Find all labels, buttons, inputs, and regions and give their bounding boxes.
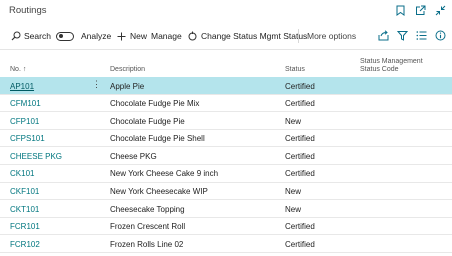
- status-change-icon: [187, 31, 198, 42]
- open-in-new-window-icon[interactable]: [415, 5, 426, 16]
- table-row[interactable]: AP101 ⋮ Apple Pie Certified: [0, 77, 452, 95]
- row-status: New: [285, 204, 302, 214]
- table-row[interactable]: CFPS101 Chocolate Fudge Pie Shell Certif…: [0, 130, 452, 148]
- row-no-link[interactable]: AP101: [10, 82, 34, 91]
- table-row[interactable]: CKF101 New York Cheesecake WIP New: [0, 183, 452, 201]
- manage-label: Manage: [151, 31, 182, 41]
- row-description: Cheesecake Topping: [110, 204, 185, 214]
- new-label: New: [130, 31, 148, 41]
- row-description: Chocolate Fudge Pie: [110, 116, 185, 126]
- column-header-status-mgmt-line2: Status Code: [360, 66, 399, 73]
- search-label: Search: [24, 31, 51, 41]
- search-button[interactable]: Search: [10, 27, 51, 45]
- filter-icon[interactable]: [397, 30, 408, 41]
- row-status: New: [285, 116, 302, 126]
- column-header-status[interactable]: Status: [285, 66, 305, 74]
- collapse-icon[interactable]: [435, 5, 446, 16]
- new-button[interactable]: New: [116, 27, 147, 45]
- analyze-label: Analyze: [81, 31, 112, 41]
- column-header-no[interactable]: No. ↑: [10, 66, 26, 74]
- table-row[interactable]: CFP101 Chocolate Fudge Pie New: [0, 112, 452, 130]
- table-row[interactable]: CKT101 Cheesecake Topping New: [0, 200, 452, 218]
- row-no-link[interactable]: CHEESE PKG: [10, 152, 62, 161]
- column-header-status-mgmt-line1: Status Management: [360, 58, 423, 65]
- row-status: Certified: [285, 239, 315, 249]
- row-no-link[interactable]: FCR101: [10, 222, 40, 231]
- title-bar: Routings: [0, 0, 452, 22]
- row-status: Certified: [285, 81, 315, 91]
- more-options-label: More options: [307, 31, 357, 41]
- column-header-status-mgmt-code[interactable]: Status Management Status Code: [360, 58, 423, 74]
- analyze-toggle[interactable]: Analyze: [56, 27, 111, 45]
- table-row[interactable]: CFM101 Chocolate Fudge Pie Mix Certified: [0, 95, 452, 113]
- table-row[interactable]: FCR102 Frozen Rolls Line 02 Certified: [0, 235, 452, 253]
- row-actions-ellipsis[interactable]: ⋮: [92, 79, 101, 90]
- row-status: Certified: [285, 151, 315, 161]
- toolbar-divider: [0, 49, 452, 50]
- share-icon[interactable]: [378, 30, 389, 41]
- row-no-link[interactable]: CKT101: [10, 205, 39, 214]
- row-description: Frozen Crescent Roll: [110, 222, 186, 232]
- row-description: New York Cheesecake WIP: [110, 187, 208, 197]
- row-no-link[interactable]: CKF101: [10, 187, 39, 196]
- manage-button[interactable]: Manage: [151, 27, 182, 45]
- row-description: Chocolate Fudge Pie Shell: [110, 134, 205, 144]
- row-description: Frozen Rolls Line 02: [110, 239, 184, 249]
- column-header-description[interactable]: Description: [110, 66, 145, 74]
- row-description: Chocolate Fudge Pie Mix: [110, 99, 200, 109]
- info-icon[interactable]: [435, 30, 446, 41]
- row-status: Certified: [285, 134, 315, 144]
- analyze-switch[interactable]: [56, 31, 74, 41]
- row-status: Certified: [285, 222, 315, 232]
- row-description: Apple Pie: [110, 81, 145, 91]
- change-status-button[interactable]: Change Status Mgmt Status: [187, 27, 307, 45]
- row-no-link[interactable]: CFPS101: [10, 134, 45, 143]
- row-status: Certified: [285, 99, 315, 109]
- change-status-label: Change Status Mgmt Status: [201, 31, 308, 41]
- row-no-link[interactable]: CFM101: [10, 99, 41, 108]
- table-row[interactable]: CHEESE PKG Cheese PKG Certified: [0, 147, 452, 165]
- row-description: New York Cheese Cake 9 inch: [110, 169, 219, 179]
- row-no-link[interactable]: CK101: [10, 169, 34, 178]
- toolbar-separator: [298, 29, 299, 43]
- more-options-button[interactable]: More options: [307, 27, 356, 45]
- action-bar: Search Analyze New Manage Change Status …: [0, 27, 452, 45]
- table-row[interactable]: CK101 New York Cheese Cake 9 inch Certif…: [0, 165, 452, 183]
- search-icon: [10, 31, 21, 42]
- list-view-icon[interactable]: [416, 30, 427, 41]
- row-no-link[interactable]: FCR102: [10, 240, 40, 249]
- row-no-link[interactable]: CFP101: [10, 117, 39, 126]
- row-status: Certified: [285, 169, 315, 179]
- table-header: No. ↑ Description Status Status Manageme…: [0, 55, 452, 77]
- row-description: Cheese PKG: [110, 151, 157, 161]
- row-status: New: [285, 187, 302, 197]
- routings-table: AP101 ⋮ Apple Pie Certified CFM101 Choco…: [0, 77, 452, 253]
- page-title: Routings: [9, 5, 47, 16]
- bookmark-icon[interactable]: [395, 5, 406, 16]
- plus-icon: [116, 31, 127, 42]
- table-row[interactable]: FCR101 Frozen Crescent Roll Certified: [0, 218, 452, 236]
